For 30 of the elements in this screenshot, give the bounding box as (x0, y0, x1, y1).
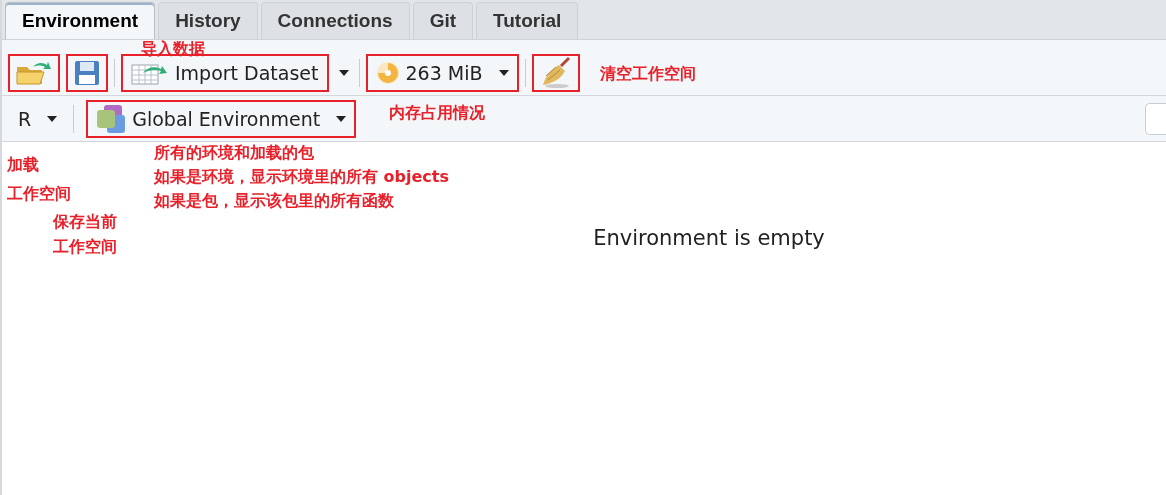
caret-icon (498, 70, 509, 76)
clear-workspace-button[interactable] (531, 54, 580, 92)
annotation-text: 工作空间 (7, 183, 71, 205)
pane-tab[interactable]: Environment (5, 2, 156, 39)
annotation-text: 加载 (7, 154, 39, 176)
caret-icon (336, 115, 347, 122)
annotation-text: 内存占用情况 (389, 102, 485, 124)
annotation-text: 工作空间 (53, 236, 117, 258)
search-field[interactable] (1145, 102, 1166, 135)
pane-tab[interactable]: Git (412, 2, 474, 39)
annotation-text: 清空工作空间 (600, 63, 696, 85)
empty-message: Environment is empty (593, 226, 825, 250)
annotation-text: 如果是环境，显示环境里的所有 objects (154, 166, 449, 188)
pie-icon (375, 61, 400, 85)
caret-icon[interactable] (338, 70, 349, 76)
table-arrow-icon (131, 61, 169, 85)
pane-tab[interactable]: Tutorial (476, 2, 579, 39)
annotation-text: 所有的环境和加载的包 (154, 142, 314, 164)
load-workspace-button[interactable] (8, 54, 60, 92)
pane-tab[interactable]: Connections (260, 2, 410, 39)
save-workspace-button[interactable] (66, 54, 108, 92)
memory-usage-button[interactable]: 263 MiB (365, 54, 519, 92)
annotation-text: 保存当前 (53, 211, 117, 233)
caret-icon (47, 115, 58, 122)
import-dataset-button[interactable]: Import Dataset (121, 54, 329, 92)
annotation-text: 如果是包，显示该包里的所有函数 (154, 190, 394, 212)
environment-dropdown[interactable]: Global Environment (86, 99, 357, 138)
layers-icon (96, 103, 127, 134)
language-dropdown[interactable]: R (8, 99, 68, 138)
pane-tab[interactable]: History (158, 2, 258, 39)
